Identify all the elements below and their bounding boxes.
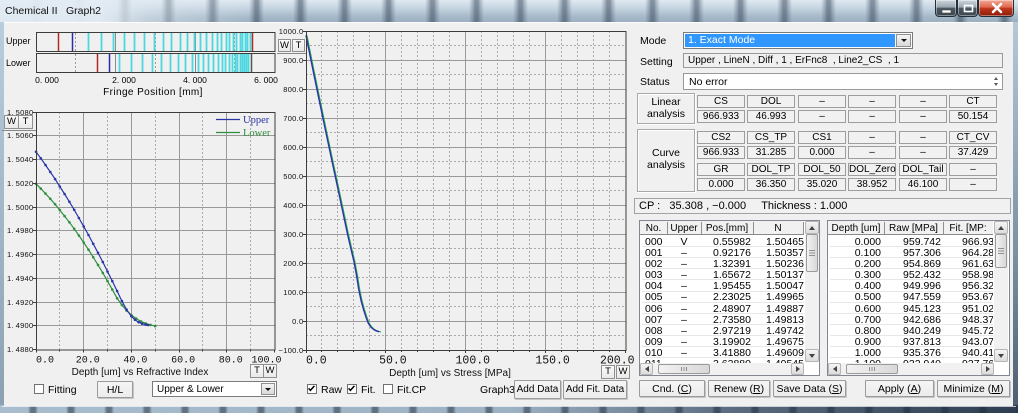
svg-text:1000.0: 1000.0: [279, 27, 304, 36]
svg-text:1. 4940: 1. 4940: [7, 274, 34, 283]
svg-text:0.0: 0.0: [36, 356, 54, 367]
svg-text:1. 4980: 1. 4980: [7, 226, 34, 235]
svg-text:600.0: 600.0: [283, 143, 303, 152]
svg-text:1. 4920: 1. 4920: [7, 298, 34, 307]
svg-text:1. 5000: 1. 5000: [7, 203, 34, 212]
svg-text:1. 4880: 1. 4880: [7, 345, 34, 354]
svg-text:0.0: 0.0: [292, 317, 303, 326]
svg-text:Depth [um] vs Stress [MPa]: Depth [um] vs Stress [MPa]: [389, 368, 511, 379]
svg-text:100.0: 100.0: [456, 355, 491, 368]
svg-text:200.0: 200.0: [283, 259, 303, 268]
svg-text:400.0: 400.0: [283, 201, 303, 210]
svg-text:50.0: 50.0: [379, 355, 407, 368]
svg-text:900.0: 900.0: [283, 56, 303, 65]
svg-text:1. 5040: 1. 5040: [7, 155, 34, 164]
svg-text:80.0: 80.0: [219, 356, 243, 367]
svg-text:1. 5060: 1. 5060: [7, 131, 34, 140]
svg-text:300.0: 300.0: [283, 230, 303, 239]
svg-text:1. 5020: 1. 5020: [7, 179, 34, 188]
svg-text:Lower: Lower: [243, 128, 271, 139]
svg-text:Upper: Upper: [243, 115, 270, 126]
svg-text:0.0: 0.0: [306, 355, 327, 368]
svg-text:−100.0: −100.0: [279, 346, 304, 355]
svg-text:100.0: 100.0: [283, 288, 303, 297]
svg-text:700.0: 700.0: [283, 114, 303, 123]
svg-text:1. 4960: 1. 4960: [7, 250, 34, 259]
svg-text:20.0: 20.0: [76, 356, 100, 367]
svg-text:150.0: 150.0: [535, 355, 570, 368]
svg-text:Depth [um] vs Refractive Index: Depth [um] vs Refractive Index: [72, 367, 209, 378]
svg-text:40.0: 40.0: [123, 356, 147, 367]
svg-text:800.0: 800.0: [283, 85, 303, 94]
svg-text:1. 4900: 1. 4900: [7, 321, 34, 330]
svg-text:60.0: 60.0: [171, 356, 195, 367]
svg-text:500.0: 500.0: [283, 172, 303, 181]
